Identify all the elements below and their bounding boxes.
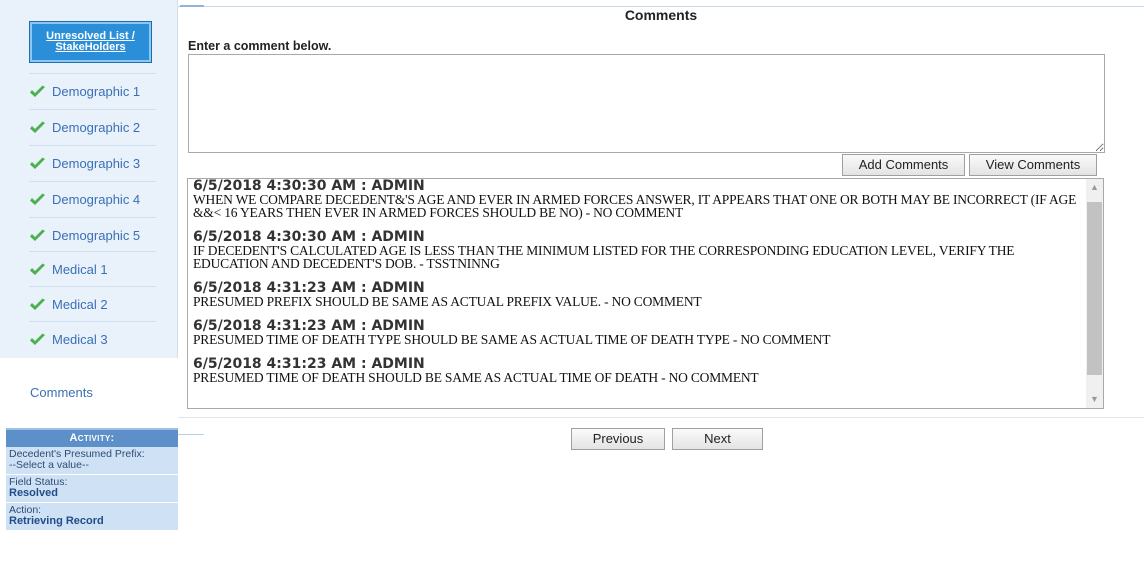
comment-header: 6/5/2018 4:31:23 AM : ADMIN (193, 318, 425, 334)
sidebar-item-label: Demographic 5 (52, 228, 141, 243)
sidebar-item-label: Demographic 4 (52, 192, 141, 207)
scroll-down-icon[interactable]: ▼ (1086, 391, 1103, 408)
unresolved-stakeholders-button[interactable]: Unresolved List / StakeHolders (29, 21, 152, 63)
check-icon (30, 193, 45, 205)
add-comments-button[interactable]: Add Comments (842, 154, 965, 176)
sidebar-item-label: Demographic 2 (52, 120, 141, 135)
comments-list: 6/5/2018 4:30:30 AM : ADMIN WHEN WE COMP… (193, 179, 1079, 395)
list-item: 6/5/2018 4:30:30 AM : ADMIN IF DECEDENT'… (193, 230, 1079, 270)
check-icon (30, 121, 45, 133)
comment-text: PRESUMED TIME OF DEATH SHOULD BE SAME AS… (193, 370, 759, 385)
sidebar-item-label: Comments (30, 384, 93, 400)
sidebar-item-demographic-2[interactable]: Demographic 2 (29, 109, 156, 145)
comment-header: 6/5/2018 4:30:30 AM : ADMIN (193, 178, 425, 194)
page-title: Comments (624, 7, 698, 23)
sidebar-item-label: Demographic 1 (52, 84, 141, 99)
activity-field-row: Decedent's Presumed Prefix: --Select a v… (6, 447, 178, 475)
sidebar-item-label: Medical 3 (52, 332, 108, 347)
comment-header: 6/5/2018 4:30:30 AM : ADMIN (193, 229, 425, 245)
comment-text: PRESUMED PREFIX SHOULD BE SAME AS ACTUAL… (193, 294, 702, 309)
list-item: 6/5/2018 4:30:30 AM : ADMIN WHEN WE COMP… (193, 179, 1079, 219)
sidebar-item-demographic-3[interactable]: Demographic 3 (29, 145, 156, 181)
sidebar-item-demographic-5[interactable]: Demographic 5 (29, 217, 156, 253)
sidebar-item-medical-3[interactable]: Medical 3 (29, 321, 156, 357)
sidebar-nav-panel: Unresolved List / StakeHolders Demograph… (0, 0, 178, 358)
sidebar-item-comments[interactable]: Comments (0, 358, 178, 426)
activity-status-value: Resolved (9, 487, 58, 499)
scrollbar-thumb[interactable] (1087, 202, 1102, 375)
comment-header: 6/5/2018 4:31:23 AM : ADMIN (193, 356, 425, 372)
activity-action-value: Retrieving Record (9, 515, 104, 527)
comments-log[interactable]: 6/5/2018 4:30:30 AM : ADMIN WHEN WE COMP… (187, 178, 1104, 409)
list-item: 6/5/2018 4:31:23 AM : ADMIN PRESUMED TIM… (193, 319, 1079, 346)
sidebar-item-label: Demographic 3 (52, 156, 141, 171)
list-item: 6/5/2018 4:31:23 AM : ADMIN PRESUMED TIM… (193, 357, 1079, 384)
comment-prompt: Enter a comment below. (188, 39, 332, 53)
check-icon (30, 229, 45, 241)
check-icon (30, 263, 45, 275)
scroll-up-icon[interactable]: ▲ (1086, 179, 1103, 196)
check-icon (30, 298, 45, 310)
comment-header: 6/5/2018 4:31:23 AM : ADMIN (193, 280, 425, 296)
list-item: 6/5/2018 4:31:23 AM : ADMIN PRESUMED PRE… (193, 281, 1079, 308)
comment-text: PRESUMED TIME OF DEATH TYPE SHOULD BE SA… (193, 332, 831, 347)
sidebar-item-label: Medical 1 (52, 262, 108, 277)
scrollbar[interactable]: ▲ ▼ (1086, 179, 1103, 408)
view-comments-button[interactable]: View Comments (969, 154, 1097, 176)
sidebar-item-label: Medical 2 (52, 297, 108, 312)
activity-action-row: Action: Retrieving Record (6, 503, 178, 531)
comment-text: IF DECEDENT'S CALCULATED AGE IS LESS THA… (193, 243, 1015, 271)
check-icon (30, 333, 45, 345)
activity-panel: Activity: Decedent's Presumed Prefix: --… (6, 428, 178, 531)
previous-button[interactable]: Previous (571, 428, 665, 450)
next-button[interactable]: Next (672, 428, 763, 450)
sidebar-item-demographic-4[interactable]: Demographic 4 (29, 181, 156, 217)
sidebar-item-demographic-1[interactable]: Demographic 1 (29, 73, 156, 109)
sidebar-item-medical-1[interactable]: Medical 1 (29, 251, 156, 287)
activity-status-row: Field Status: Resolved (6, 475, 178, 503)
check-icon (30, 85, 45, 97)
comment-text: WHEN WE COMPARE DECEDENT&'S AGE AND EVER… (193, 192, 1077, 220)
activity-field-value: --Select a value-- (9, 459, 89, 471)
divider (178, 417, 1144, 418)
sidebar: Unresolved List / StakeHolders Demograph… (0, 0, 178, 579)
sidebar-item-medical-2[interactable]: Medical 2 (29, 286, 156, 322)
activity-heading: Activity: (6, 430, 178, 447)
divider (178, 434, 204, 435)
unresolved-stakeholders-label: Unresolved List / StakeHolders (46, 30, 135, 53)
check-icon (30, 157, 45, 169)
comment-input[interactable] (188, 54, 1105, 153)
